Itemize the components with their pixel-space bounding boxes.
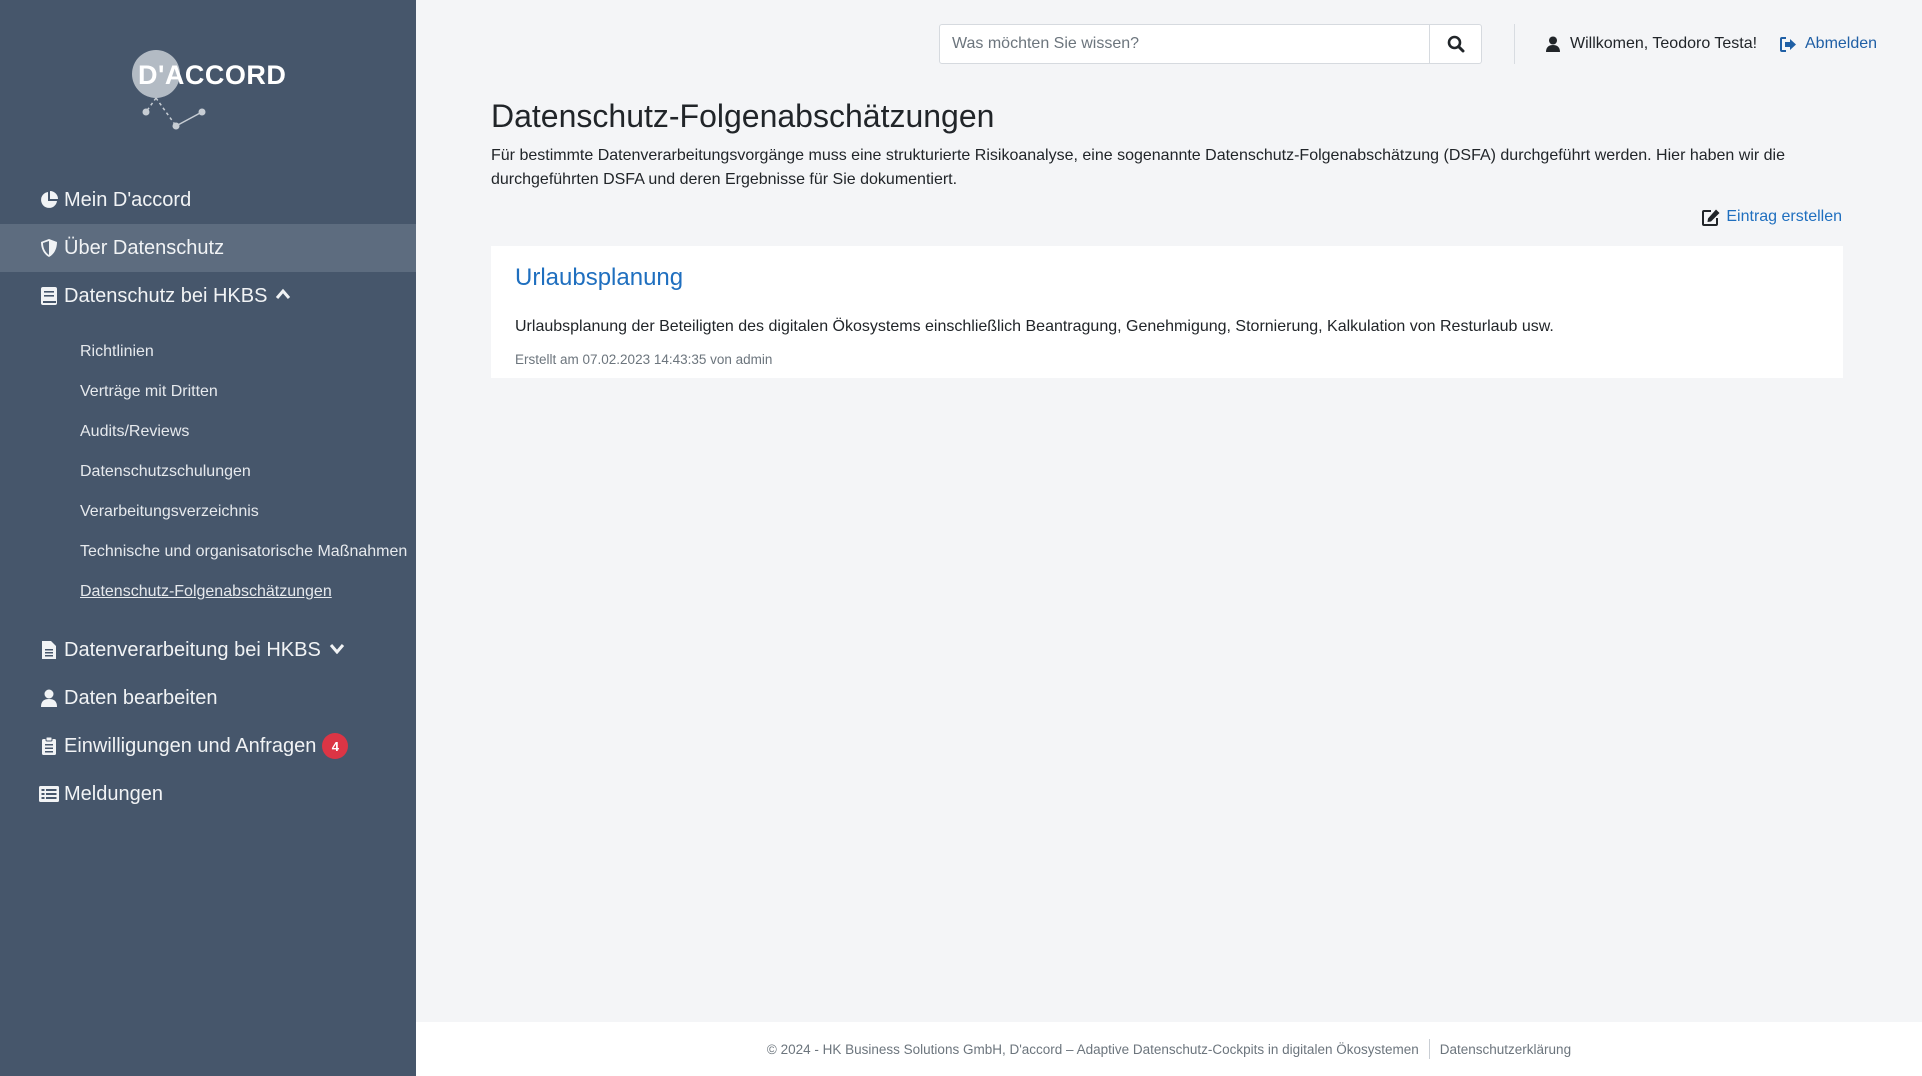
create-entry-label: Eintrag erstellen	[1726, 208, 1842, 225]
sidebar-item-daten-bearbeiten[interactable]: Daten bearbeiten	[0, 674, 416, 722]
page-description: Für bestimmte Datenverarbeitungsvorgänge…	[491, 147, 1786, 188]
subnav-item-richtlinien[interactable]: Richtlinien	[0, 332, 416, 372]
page-title: Datenschutz-Folgenabschätzungen	[491, 98, 995, 134]
pie-chart-icon	[38, 189, 60, 211]
chevron-up-icon[interactable]	[275, 287, 291, 305]
subnav-item-tom[interactable]: Technische und organisatorische Maßnahme…	[0, 532, 416, 572]
sidebar-item-label: Daten bearbeiten	[64, 686, 218, 709]
footer: © 2024 - HK Business Solutions GmbH, D'a…	[416, 1022, 1922, 1076]
chevron-down-icon[interactable]	[329, 641, 345, 659]
entry-description: Urlaubsplanung der Beteiligten des digit…	[515, 318, 1554, 335]
book-icon	[38, 285, 60, 307]
sidebar-item-datenverarbeitung-hkbs[interactable]: Datenverarbeitung bei HKBS	[0, 626, 416, 674]
sidebar-item-einwilligungen[interactable]: Einwilligungen und Anfragen 4	[0, 722, 416, 770]
user-icon	[1546, 36, 1560, 52]
logo-text: D'ACCORD	[138, 60, 287, 90]
user-icon	[38, 687, 60, 709]
footer-divider	[1428, 1039, 1430, 1059]
search-box	[939, 24, 1482, 64]
sidebar-item-label: Datenschutz bei HKBS	[64, 284, 268, 307]
sign-out-icon	[1780, 36, 1797, 52]
sidebar: D'ACCORD Mein D'accord Über Datenschutz …	[0, 0, 416, 1076]
entry-meta: Erstellt am 07.02.2023 14:43:35 von admi…	[515, 352, 773, 367]
main-content: Willkomen, Teodoro Testa! Abmelden Daten…	[416, 0, 1922, 1076]
sidebar-item-label: Über Datenschutz	[64, 236, 225, 259]
welcome-text: Willkomen, Teodoro Testa!	[1570, 35, 1758, 52]
sidebar-item-ueber-datenschutz[interactable]: Über Datenschutz	[0, 224, 416, 272]
logout-label: Abmelden	[1805, 35, 1878, 52]
subnav-item-verarbeitungsverzeichnis[interactable]: Verarbeitungsverzeichnis	[0, 492, 416, 532]
sidebar-item-mein-daccord[interactable]: Mein D'accord	[0, 176, 416, 224]
sidebar-item-label: Mein D'accord	[64, 188, 192, 211]
sidebar-item-label: Meldungen	[64, 782, 163, 805]
sidebar-nav: Mein D'accord Über Datenschutz Datenschu…	[0, 176, 416, 818]
welcome-message: Willkomen, Teodoro Testa!	[1546, 24, 1757, 64]
privacy-link[interactable]: Datenschutzerklärung	[1440, 1042, 1571, 1057]
edit-icon	[1702, 209, 1720, 226]
subnav-item-dsfa[interactable]: Datenschutz-Folgenabschätzungen	[0, 572, 416, 612]
subnav-item-schulungen[interactable]: Datenschutzschulungen	[0, 452, 416, 492]
list-icon	[38, 783, 60, 805]
subnav-item-vertraege[interactable]: Verträge mit Dritten	[0, 372, 416, 412]
subnav-item-audits[interactable]: Audits/Reviews	[0, 412, 416, 452]
sidebar-item-label: Datenverarbeitung bei HKBS	[64, 638, 321, 661]
shield-icon	[38, 237, 60, 259]
top-bar: Willkomen, Teodoro Testa! Abmelden	[416, 24, 1922, 64]
create-entry-link[interactable]: Eintrag erstellen	[1702, 208, 1842, 226]
search-icon	[1447, 35, 1464, 53]
search-button[interactable]	[1429, 25, 1481, 63]
header-divider	[1514, 24, 1515, 64]
daccord-logo[interactable]: D'ACCORD	[128, 44, 288, 134]
notification-badge: 4	[322, 733, 349, 759]
file-icon	[38, 639, 60, 661]
clipboard-icon	[38, 735, 60, 757]
sidebar-item-meldungen[interactable]: Meldungen	[0, 770, 416, 818]
logout-link[interactable]: Abmelden	[1780, 24, 1877, 64]
entry-title-link[interactable]: Urlaubsplanung	[515, 264, 683, 292]
search-input[interactable]	[940, 25, 1429, 63]
sidebar-item-datenschutz-hkbs[interactable]: Datenschutz bei HKBS	[0, 272, 416, 320]
footer-copyright: © 2024 - HK Business Solutions GmbH, D'a…	[766, 1041, 1419, 1057]
sidebar-subnav: Richtlinien Verträge mit Dritten Audits/…	[0, 320, 416, 626]
entry-card: Urlaubsplanung Urlaubsplanung der Beteil…	[491, 246, 1843, 378]
sidebar-item-label: Einwilligungen und Anfragen	[64, 734, 317, 757]
